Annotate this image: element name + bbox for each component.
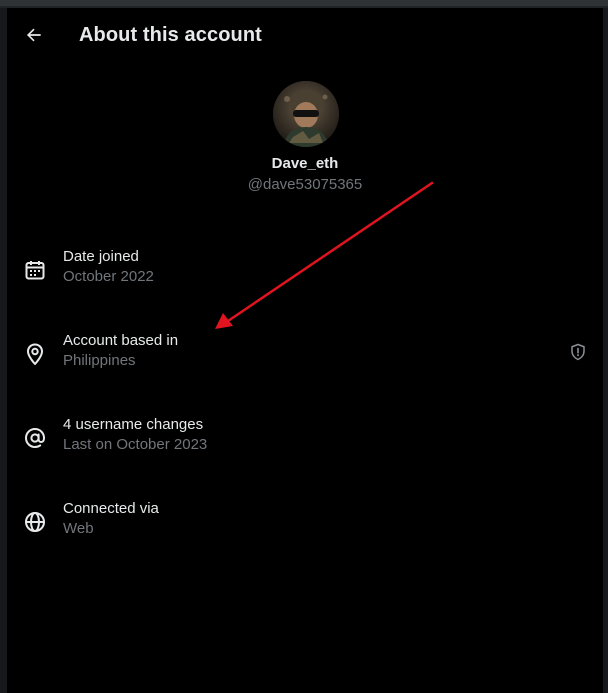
display-name: Dave_eth bbox=[271, 155, 339, 172]
info-value: Web bbox=[63, 520, 94, 537]
info-row-connected-via: Connected via Web bbox=[7, 498, 603, 558]
info-value: October 2022 bbox=[63, 268, 154, 285]
page-title: About this account bbox=[79, 24, 262, 46]
back-button[interactable] bbox=[17, 18, 51, 52]
info-row-date-joined: Date joined October 2022 bbox=[7, 246, 603, 306]
info-row-account-based-in: Account based in Philippines bbox=[7, 330, 603, 390]
info-value: Philippines bbox=[63, 352, 136, 369]
location-pin-icon bbox=[27, 343, 43, 365]
username-handle: @dave53075365 bbox=[247, 176, 363, 193]
info-label: Connected via bbox=[63, 500, 159, 517]
info-label: Date joined bbox=[63, 248, 139, 265]
header: About this account bbox=[7, 8, 603, 64]
at-sign-icon bbox=[24, 427, 46, 449]
shield-alert-icon[interactable] bbox=[569, 343, 587, 361]
info-row-username-changes: 4 username changes Last on October 2023 bbox=[7, 414, 603, 474]
about-account-panel: About this account Dave_eth @dave5307536… bbox=[7, 8, 603, 693]
info-label: Account based in bbox=[63, 332, 179, 349]
left-frame bbox=[0, 8, 7, 693]
avatar[interactable] bbox=[273, 81, 339, 147]
arrow-left-icon bbox=[26, 28, 41, 42]
globe-icon bbox=[25, 512, 45, 532]
info-label: 4 username changes bbox=[63, 416, 204, 433]
avatar-image bbox=[273, 81, 339, 147]
info-value: Last on October 2023 bbox=[63, 436, 208, 453]
right-frame bbox=[603, 8, 608, 693]
calendar-icon bbox=[25, 261, 45, 280]
